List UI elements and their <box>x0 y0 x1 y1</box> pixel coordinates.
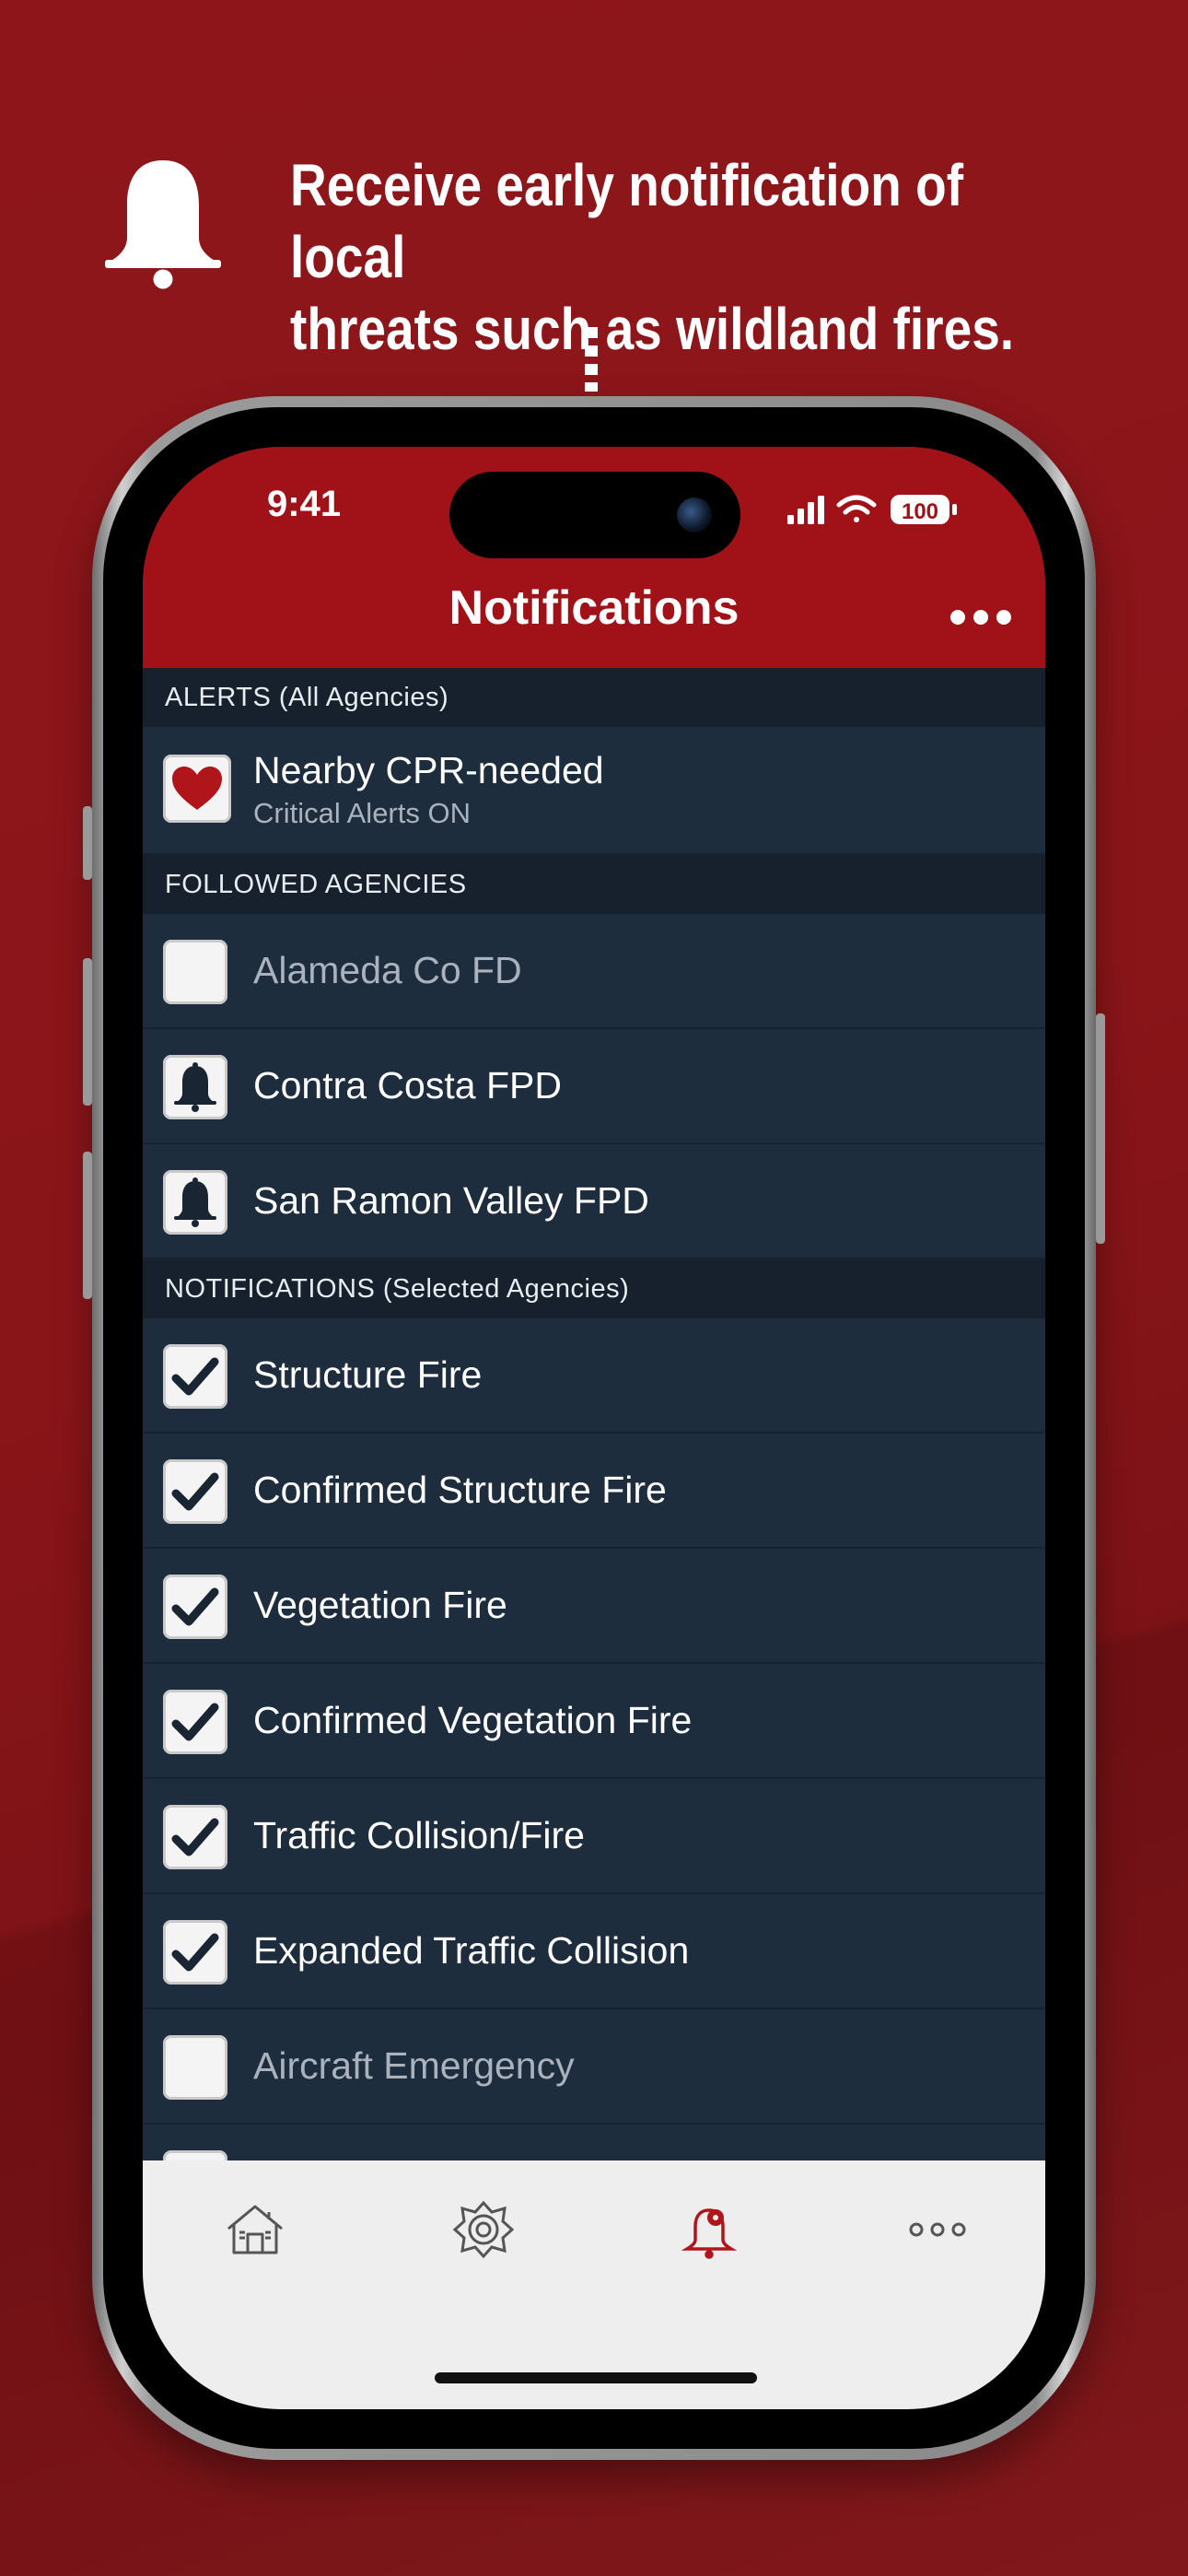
checkbox-empty[interactable] <box>163 2035 227 2100</box>
notification-label: Aircraft Emergency <box>253 2044 575 2087</box>
bell-icon[interactable] <box>163 1055 227 1119</box>
side-button-volume-up <box>83 958 92 1106</box>
agency-row[interactable]: Contra Costa FPD <box>143 1029 1045 1144</box>
section-header-notifications: NOTIFICATIONS (Selected Agencies) <box>143 1259 1045 1318</box>
notification-row[interactable]: Confirmed Structure Fire <box>143 1434 1045 1549</box>
status-time: 9:41 <box>267 484 342 524</box>
notification-label: Expanded Traffic Collision <box>253 1929 690 1972</box>
fire-badge-icon[interactable] <box>451 2197 516 2262</box>
app-header: 9:41 100 Notifications <box>143 447 1045 668</box>
notification-label: Structure Fire <box>253 1353 483 1396</box>
checkbox-checked[interactable] <box>163 1575 227 1639</box>
notification-label: Confirmed Structure Fire <box>253 1469 667 1511</box>
list-item-label: Nearby CPR-needed <box>253 749 604 791</box>
notification-row[interactable]: Structure Fire <box>143 1318 1045 1434</box>
notification-row[interactable]: Expanded Traffic Collision <box>143 1894 1045 2009</box>
wifi-icon <box>836 495 877 522</box>
bell-icon[interactable] <box>163 1170 227 1235</box>
side-button-silent <box>83 806 92 880</box>
home-indicator <box>435 2372 757 2383</box>
side-button-volume-down <box>83 1152 92 1299</box>
agency-row[interactable]: Alameda Co FD <box>143 914 1045 1029</box>
checkbox-checked[interactable] <box>163 1805 227 1869</box>
tab-bar <box>143 2160 1045 2409</box>
battery-icon: 100 <box>891 495 957 524</box>
list-item-sublabel: Critical Alerts ON <box>253 797 471 829</box>
status-icons: 100 <box>787 495 957 524</box>
section-header-agencies: FOLLOWED AGENCIES <box>143 855 1045 914</box>
side-button-power <box>1096 1013 1105 1244</box>
checkbox-checked[interactable] <box>163 1459 227 1524</box>
more-icon[interactable] <box>905 2197 970 2262</box>
section-header-alerts: ALERTS (All Agencies) <box>143 668 1045 727</box>
bell-icon <box>105 160 221 289</box>
notification-row[interactable]: Traffic Collision/Fire <box>143 1779 1045 1894</box>
notification-row[interactable]: Confirmed Vegetation Fire <box>143 1664 1045 1779</box>
battery-level: 100 <box>902 499 938 524</box>
hero-headline: Receive early notification of local thre… <box>290 152 1015 362</box>
agency-label: Alameda Co FD <box>253 949 522 991</box>
signal-icon <box>787 496 824 524</box>
notification-label: Confirmed Vegetation Fire <box>253 1699 693 1741</box>
hero-banner: Receive early notification of local thre… <box>0 138 1188 362</box>
list-item-cpr[interactable]: Nearby CPR-needed Critical Alerts ON <box>143 727 1045 855</box>
home-icon[interactable] <box>223 2197 287 2262</box>
notification-label: Vegetation Fire <box>253 1584 507 1626</box>
alert-bell-icon[interactable] <box>677 2197 741 2262</box>
page-title: Notifications <box>448 581 740 635</box>
agency-label: Contra Costa FPD <box>253 1064 562 1107</box>
camera-icon <box>677 498 712 533</box>
notification-row[interactable]: Vegetation Fire <box>143 1549 1045 1664</box>
notification-row[interactable]: Aircraft Emergency <box>143 2009 1045 2125</box>
settings-list: ALERTS (All Agencies) Nearby CPR-needed … <box>143 668 1045 2240</box>
more-icon[interactable] <box>949 603 1013 631</box>
dynamic-island <box>449 472 740 558</box>
checkbox-empty[interactable] <box>163 940 227 1004</box>
phone-screen: 9:41 100 Notifications ALERTS (All Agenc… <box>143 447 1045 2409</box>
heart-icon[interactable] <box>163 755 231 823</box>
agency-label: San Ramon Valley FPD <box>253 1179 649 1222</box>
connector-dots <box>585 327 598 392</box>
checkbox-checked[interactable] <box>163 1920 227 1985</box>
checkbox-checked[interactable] <box>163 1344 227 1409</box>
notification-label: Traffic Collision/Fire <box>253 1814 585 1856</box>
agency-row[interactable]: San Ramon Valley FPD <box>143 1144 1045 1259</box>
checkbox-checked[interactable] <box>163 1690 227 1754</box>
